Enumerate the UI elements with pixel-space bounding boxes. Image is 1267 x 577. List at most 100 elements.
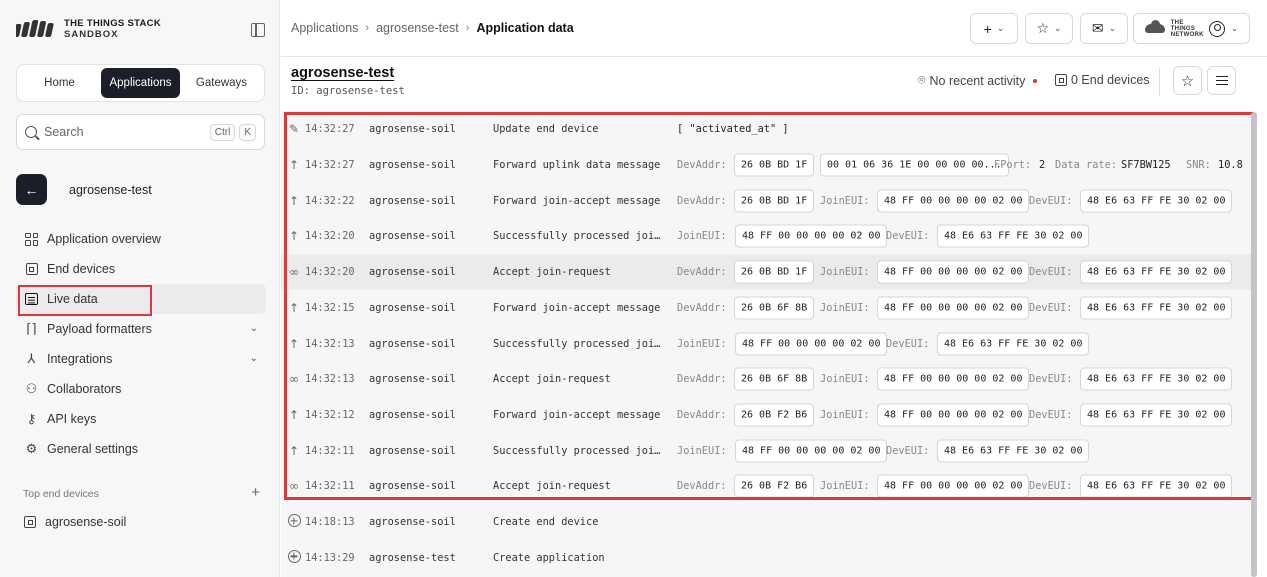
- star-icon: ☆: [1036, 20, 1049, 36]
- sidebar-item-label: API keys: [47, 412, 97, 426]
- sidebar-item-overview[interactable]: Application overview: [16, 224, 266, 254]
- code-icon: ⌈⌉: [26, 321, 37, 336]
- sidebar-item-api-keys[interactable]: ⚷ API keys: [16, 404, 266, 434]
- chip-icon: [1055, 74, 1067, 86]
- search-icon: [25, 126, 37, 138]
- sidebar-item-label: Application overview: [47, 232, 161, 246]
- sidebar-item-end-devices[interactable]: End devices: [16, 254, 266, 284]
- chevron-right-icon: ›: [365, 22, 370, 34]
- chevron-down-icon: ⌄: [1108, 23, 1117, 33]
- event-device: agrosense-soil: [369, 516, 456, 529]
- account-button[interactable]: THE THINGS NETWORK ⌄: [1133, 13, 1250, 44]
- sidebar-item-collaborators[interactable]: ⚇ Collaborators: [16, 374, 266, 404]
- sidebar-item-label: End devices: [47, 262, 116, 276]
- ttn-logo-icon: [16, 20, 54, 37]
- plus-circle-icon: [287, 549, 301, 566]
- app-id: ID: agrosense-test: [291, 85, 405, 97]
- top-device-label: agrosense-soil: [45, 515, 127, 529]
- breadcrumb-current: Application data: [476, 21, 574, 35]
- events-highlight: [284, 112, 1254, 500]
- sidebar-app-name: agrosense-test: [69, 182, 152, 197]
- app-id-value: agrosense-test: [316, 85, 405, 97]
- switch-applications[interactable]: Applications: [101, 68, 180, 98]
- back-button[interactable]: ←: [16, 174, 47, 205]
- switch-home[interactable]: Home: [20, 68, 99, 98]
- users-icon: ⚇: [25, 381, 38, 396]
- sidebar-nav: Application overview End devices Live da…: [16, 224, 266, 464]
- gear-icon: ⚙: [25, 441, 38, 456]
- app-header: ← agrosense-test: [16, 174, 152, 205]
- brand[interactable]: THE THINGS STACK SANDBOX: [16, 18, 161, 40]
- page-title: agrosense-test: [291, 65, 395, 81]
- activity-status: ⌾ No recent activity: [918, 73, 1038, 88]
- status-dot: [1033, 78, 1038, 83]
- top-device-item[interactable]: agrosense-soil: [24, 515, 126, 529]
- cloud-icon: [1144, 20, 1165, 33]
- chip-icon: [24, 262, 39, 277]
- scrollbar-thumb[interactable]: [1251, 112, 1257, 577]
- grid-icon: [24, 232, 39, 247]
- bookmarks-button[interactable]: ☆ ⌄: [1025, 13, 1073, 44]
- chevron-down-icon: ⌄: [1230, 23, 1239, 33]
- chip-icon: [24, 516, 36, 528]
- sidebar-item-label: Payload formatters: [47, 322, 152, 336]
- add-button[interactable]: + ⌄: [970, 13, 1018, 44]
- user-icon: [1208, 20, 1225, 37]
- notifications-button[interactable]: ✉ ⌄: [1080, 13, 1128, 44]
- activity-label: No recent activity: [929, 73, 1026, 88]
- end-device-count: 0 End devices: [1055, 73, 1150, 87]
- top-devices-label: Top end devices: [23, 488, 99, 500]
- collapse-sidebar-icon[interactable]: [251, 23, 265, 37]
- end-device-count-label: 0 End devices: [1071, 73, 1150, 87]
- search-placeholder: Search: [44, 125, 84, 139]
- breadcrumb-applications[interactable]: Applications: [291, 21, 358, 35]
- event-time: 14:13:29: [305, 551, 355, 564]
- top-end-devices-heading: Top end devices +: [23, 484, 263, 501]
- sidebar-item-payload-formatters[interactable]: ⌈⌉ Payload formatters ⌄: [16, 314, 266, 344]
- brand-line2: SANDBOX: [64, 29, 119, 40]
- breadcrumb-app[interactable]: agrosense-test: [376, 21, 459, 35]
- sidebar-item-label: Collaborators: [47, 382, 122, 396]
- integrations-icon: ⅄: [27, 351, 36, 366]
- chevron-down-icon: ⌄: [249, 323, 258, 334]
- menu-icon: [1215, 75, 1228, 86]
- event-time: 14:18:13: [305, 516, 355, 529]
- chevron-right-icon: ›: [465, 22, 470, 34]
- brand-title: THE THINGS STACK SANDBOX: [64, 18, 161, 40]
- event-name: Create application: [493, 551, 605, 564]
- star-icon: ☆: [1180, 72, 1195, 90]
- inbox-icon: ✉: [1091, 20, 1104, 36]
- switch-gateways[interactable]: Gateways: [182, 68, 261, 98]
- search-input[interactable]: Search Ctrl K: [16, 114, 265, 150]
- context-switcher: Home Applications Gateways: [16, 64, 265, 102]
- app-id-label: ID:: [291, 85, 310, 97]
- brand-line1: THE THINGS STACK: [64, 18, 161, 29]
- chevron-down-icon: ⌄: [249, 353, 258, 364]
- live-data-highlight: [18, 285, 152, 316]
- sidebar-item-label: General settings: [47, 442, 139, 456]
- bookmark-app-button[interactable]: ☆: [1173, 66, 1202, 95]
- add-device-icon[interactable]: +: [251, 484, 260, 501]
- scrollbar[interactable]: [1250, 104, 1258, 577]
- event-row[interactable]: 14:13:29 agrosense-test Create application: [281, 540, 1253, 576]
- plus-icon: +: [983, 20, 992, 37]
- shortcut-k: K: [239, 123, 256, 141]
- ttn-network-logo: THE THINGS NETWORK: [1170, 19, 1204, 38]
- sidebar-item-integrations[interactable]: ⅄ Integrations ⌄: [16, 344, 266, 374]
- divider: [1159, 68, 1160, 96]
- chevron-down-icon: ⌄: [996, 23, 1005, 33]
- chevron-down-icon: ⌄: [1054, 23, 1062, 33]
- event-row[interactable]: 14:18:13 agrosense-soil Create end device: [281, 504, 1253, 540]
- plus-circle-icon: [287, 514, 301, 530]
- menu-button[interactable]: [1207, 66, 1236, 95]
- signal-icon: ⌾: [918, 73, 926, 87]
- breadcrumb: Applications › agrosense-test › Applicat…: [291, 21, 574, 35]
- sidebar-item-label: Integrations: [47, 352, 113, 366]
- event-name: Create end device: [493, 516, 599, 529]
- arrow-left-icon: ←: [24, 181, 39, 198]
- shortcut-ctrl: Ctrl: [209, 123, 236, 141]
- sidebar-item-general-settings[interactable]: ⚙ General settings: [16, 434, 266, 464]
- top-bar: Applications › agrosense-test › Applicat…: [281, 0, 1267, 57]
- event-device: agrosense-test: [369, 551, 456, 564]
- key-icon: ⚷: [26, 411, 37, 426]
